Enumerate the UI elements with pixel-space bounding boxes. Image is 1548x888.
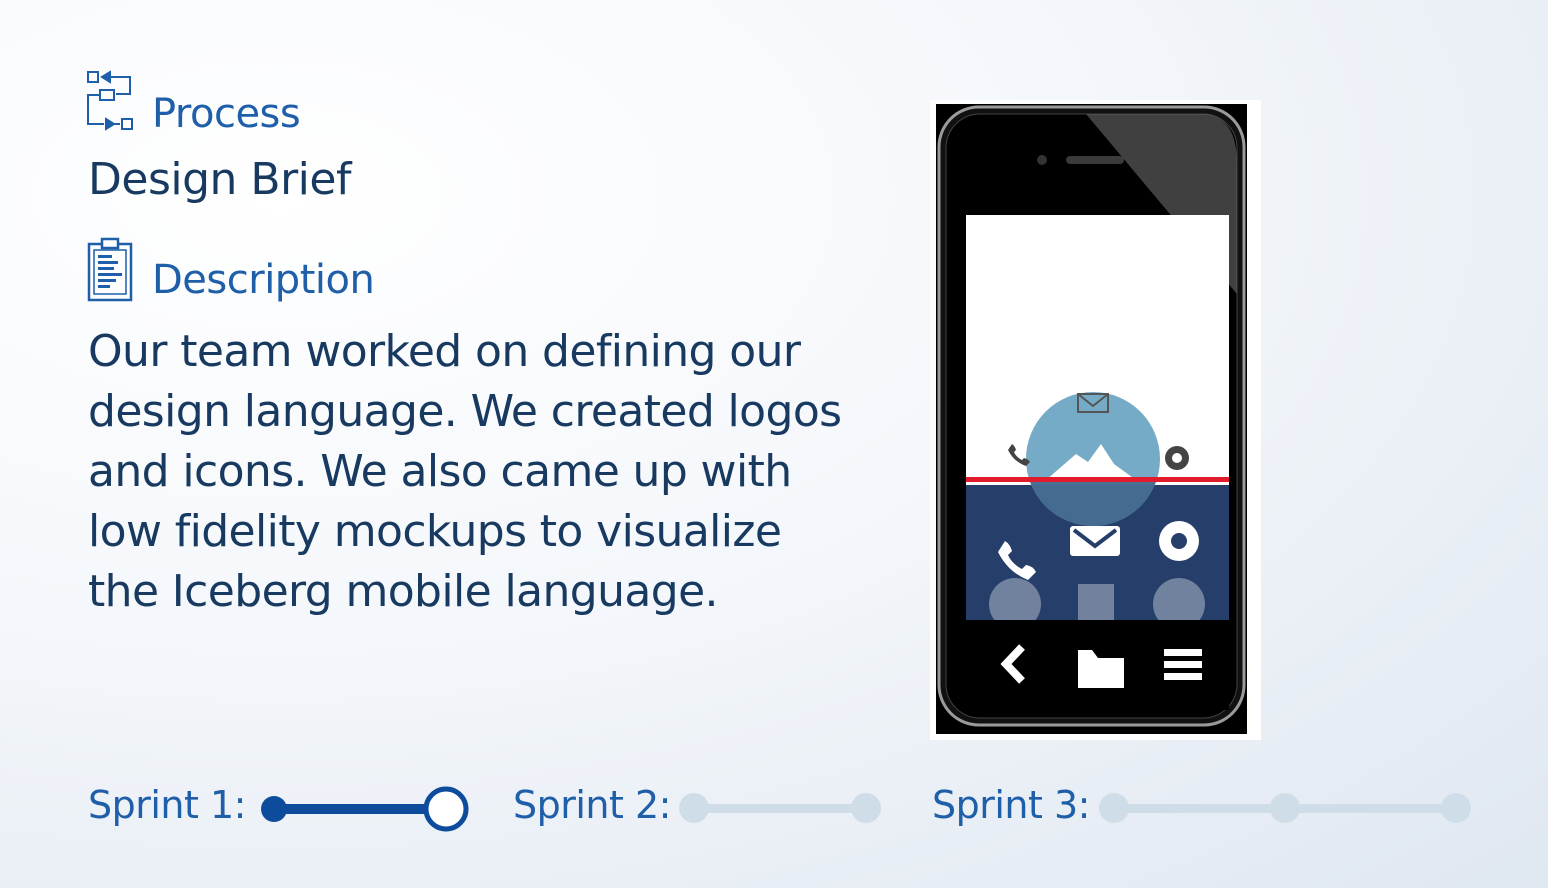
clipboard-icon bbox=[86, 236, 134, 306]
description-label: Description bbox=[152, 257, 375, 303]
sprint-2-label: Sprint 2: bbox=[513, 783, 671, 827]
page-title: Design Brief bbox=[88, 154, 351, 205]
description-line: and icons. We also came up with bbox=[88, 446, 792, 497]
calendar-icon bbox=[1078, 584, 1114, 620]
folder-icon bbox=[1078, 650, 1124, 688]
description-line: Our team worked on defining our bbox=[88, 326, 801, 377]
gear-icon bbox=[1159, 521, 1199, 561]
description-line: design language. We created logos bbox=[88, 386, 842, 437]
back-chevron-icon bbox=[1000, 644, 1025, 684]
description-line: the Iceberg mobile language. bbox=[88, 566, 719, 617]
description-text: Our team worked on defining our design l… bbox=[88, 322, 842, 622]
sprint-1-label: Sprint 1: bbox=[88, 783, 246, 827]
process-header: Process bbox=[86, 68, 301, 138]
description-line: low fidelity mockups to visualize bbox=[88, 506, 782, 557]
hamburger-menu-icon bbox=[1164, 649, 1202, 680]
sprint-3-progress bbox=[1099, 793, 1471, 823]
phone-body bbox=[936, 104, 1247, 734]
sprint-1-progress bbox=[261, 786, 469, 832]
mail-icon bbox=[1070, 526, 1120, 556]
description-header: Description bbox=[86, 236, 375, 306]
process-label: Process bbox=[152, 91, 301, 137]
bottom-nav-bar bbox=[966, 620, 1229, 710]
sprint-3-label: Sprint 3: bbox=[932, 783, 1090, 827]
phone-mockup-image bbox=[930, 100, 1261, 740]
sprint-2-progress bbox=[679, 793, 881, 823]
process-flow-icon bbox=[86, 68, 134, 138]
phone-icon bbox=[998, 541, 1036, 580]
